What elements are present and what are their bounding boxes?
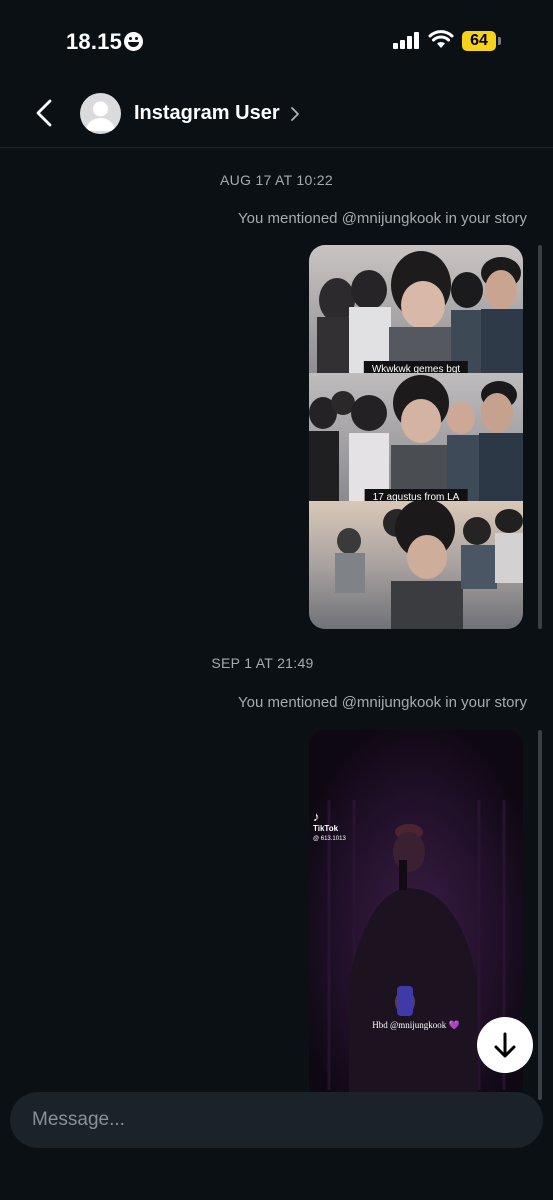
story-mention-text: You mentioned @mnijungkook in your story bbox=[238, 210, 527, 227]
tiktok-watermark: ♪ TikTok @ 613.1013 bbox=[313, 809, 346, 842]
story-photo-panel: 17 agustus from LA bbox=[309, 373, 523, 501]
story-caption: 17 agustus from LA bbox=[364, 489, 468, 501]
status-bar: 18.15 64 bbox=[0, 0, 553, 80]
chat-header: Instagram User bbox=[0, 80, 553, 148]
scrollbar[interactable] bbox=[538, 245, 542, 629]
story-photo-panel bbox=[309, 501, 523, 629]
contact-name[interactable]: Instagram User bbox=[134, 102, 280, 125]
message-input[interactable] bbox=[32, 1092, 512, 1148]
scroll-to-bottom-button[interactable] bbox=[477, 1017, 533, 1073]
chevron-left-icon[interactable] bbox=[30, 96, 60, 130]
default-avatar-icon bbox=[86, 101, 115, 131]
chevron-right-icon[interactable] bbox=[290, 106, 300, 122]
arrow-down-icon bbox=[494, 1032, 516, 1058]
scrollbar[interactable] bbox=[538, 730, 542, 1100]
wifi-icon bbox=[428, 30, 454, 48]
tiktok-brand: TikTok bbox=[313, 824, 339, 833]
story-photo-panel: Wkwkwk gemes bgt bbox=[309, 245, 523, 373]
story-mention-text: You mentioned @mnijungkook in your story bbox=[238, 694, 527, 711]
story-reply-image[interactable]: Wkwkwk gemes bgt 17 agustus from LA bbox=[309, 245, 523, 629]
message-timestamp: SEP 1 AT 21:49 bbox=[211, 655, 314, 671]
avatar[interactable] bbox=[80, 93, 121, 134]
cellular-signal-icon bbox=[393, 32, 420, 49]
battery-tip bbox=[498, 37, 501, 45]
tiktok-handle: @ 613.1013 bbox=[313, 836, 346, 842]
message-timestamp: AUG 17 AT 10:22 bbox=[220, 172, 333, 188]
story-caption: Wkwkwk gemes bgt bbox=[363, 361, 469, 373]
smiley-emoji-icon bbox=[124, 32, 143, 51]
message-composer bbox=[10, 1092, 543, 1148]
status-time: 18.15 bbox=[66, 29, 123, 54]
battery-icon: 64 bbox=[462, 31, 496, 51]
